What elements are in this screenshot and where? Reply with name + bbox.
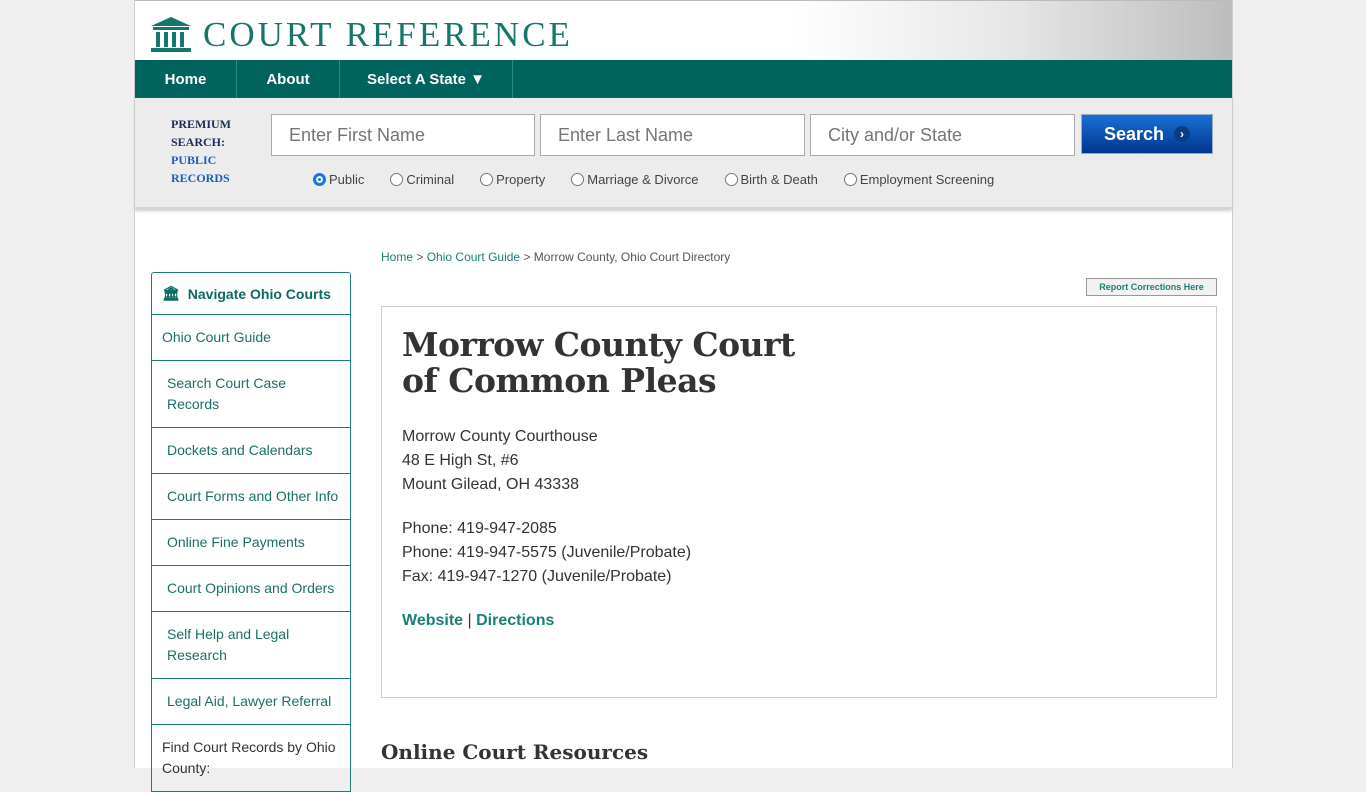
resources-heading: Online Court Resources <box>381 740 649 764</box>
sidebar-item[interactable]: Court Opinions and Orders <box>152 566 350 612</box>
first-name-input[interactable] <box>271 114 535 156</box>
last-name-input[interactable] <box>540 114 805 156</box>
radio-property[interactable]: Property <box>480 172 545 187</box>
address-line: 48 E High St, #6 <box>402 452 519 469</box>
nav-about[interactable]: About <box>237 60 340 98</box>
radio-icon[interactable] <box>571 173 585 186</box>
phone: Phone: 419-947-5575 (Juvenile/Probate) <box>402 544 692 561</box>
radio-label: Property <box>496 172 546 187</box>
label: PUBLIC <box>171 153 217 167</box>
city-state-input[interactable] <box>810 114 1075 156</box>
phone: Phone: 419-947-2085 <box>402 520 557 537</box>
header: COURT REFERENCE <box>135 0 1232 60</box>
search-label: Search <box>1103 123 1165 144</box>
sidebar-item: Find Court Records by Ohio County: <box>162 739 336 776</box>
label: RECORDS <box>171 171 230 185</box>
search-type-radios: Public Criminal Property Marriage & Divo… <box>313 172 1020 187</box>
breadcrumb-current: > Morrow County, Ohio Court Directory <box>523 250 731 264</box>
radio-employment[interactable]: Employment Screening <box>843 172 995 187</box>
sidebar-title: Navigate Ohio Courts <box>187 285 331 302</box>
sidebar-item[interactable]: Ohio Court Guide <box>152 315 350 361</box>
sidebar-item[interactable]: Search Court Case Records <box>152 361 350 428</box>
radio-public[interactable]: Public <box>313 172 364 187</box>
premium-search-label: PREMIUM SEARCH: PUBLIC RECORDS <box>171 115 231 187</box>
court-title: Morrow County Court of Common Pleas <box>402 325 795 400</box>
logo[interactable]: COURT REFERENCE <box>151 15 573 55</box>
report-corrections-button[interactable]: Report Corrections Here <box>1086 278 1217 296</box>
sidebar-header: 🏛 Navigate Ohio Courts <box>152 273 350 315</box>
fax: Fax: 419-947-1270 (Juvenile/Probate) <box>402 568 672 585</box>
radio-icon[interactable] <box>843 173 857 186</box>
nav-select-state[interactable]: Select A State ▼ <box>340 60 513 98</box>
court-card: Morrow County Court of Common Pleas Morr… <box>381 306 1217 698</box>
radio-label: Birth & Death <box>740 172 818 187</box>
radio-label: Marriage & Divorce <box>587 172 699 187</box>
radio-marriage-divorce[interactable]: Marriage & Divorce <box>571 172 699 187</box>
radio-icon[interactable] <box>724 173 738 186</box>
sidebar-item[interactable]: Legal Aid, Lawyer Referral <box>152 679 350 725</box>
radio-label: Public <box>329 172 365 187</box>
sidebar-item[interactable]: Online Fine Payments <box>152 520 350 566</box>
radio-icon[interactable] <box>390 173 404 186</box>
directions-link[interactable]: Directions <box>476 612 554 629</box>
courthouse-icon: 🏛 <box>162 285 180 301</box>
radio-label: Criminal <box>406 172 455 187</box>
sidebar: 🏛 Navigate Ohio Courts Ohio Court Guide S… <box>151 272 351 792</box>
sidebar-item[interactable]: Dockets and Calendars <box>152 428 350 474</box>
label: SEARCH: <box>171 135 226 149</box>
search-button[interactable]: Search › <box>1081 114 1213 154</box>
radio-label: Employment Screening <box>859 172 995 187</box>
breadcrumb-guide[interactable]: Ohio Court Guide <box>427 250 520 264</box>
page: COURT REFERENCE Home About Select A Stat… <box>134 0 1233 792</box>
courthouse-icon <box>151 17 191 52</box>
separator: | <box>467 612 472 629</box>
separator: > <box>416 250 424 264</box>
nav-home[interactable]: Home <box>135 60 237 98</box>
address-line: Morrow County Courthouse <box>402 428 598 445</box>
label: PREMIUM <box>171 117 231 131</box>
radio-icon[interactable] <box>480 173 494 186</box>
sidebar-item[interactable]: Court Forms and Other Info <box>152 474 350 520</box>
search-panel: PREMIUM SEARCH: PUBLIC RECORDS Search › P… <box>135 98 1232 209</box>
breadcrumb-home[interactable]: Home <box>381 250 413 264</box>
logo-text: COURT REFERENCE <box>203 15 573 54</box>
main-nav: Home About Select A State ▼ <box>135 60 1232 98</box>
chevron-right-icon: › <box>1174 126 1191 142</box>
radio-criminal[interactable]: Criminal <box>390 172 454 187</box>
address-line: Mount Gilead, OH 43338 <box>402 476 579 493</box>
website-link[interactable]: Website <box>402 612 463 629</box>
radio-birth-death[interactable]: Birth & Death <box>724 172 818 187</box>
breadcrumb: Home > Ohio Court Guide > Morrow County,… <box>381 250 730 264</box>
radio-icon[interactable] <box>313 173 326 186</box>
sidebar-item[interactable]: Self Help and Legal Research <box>152 612 350 679</box>
